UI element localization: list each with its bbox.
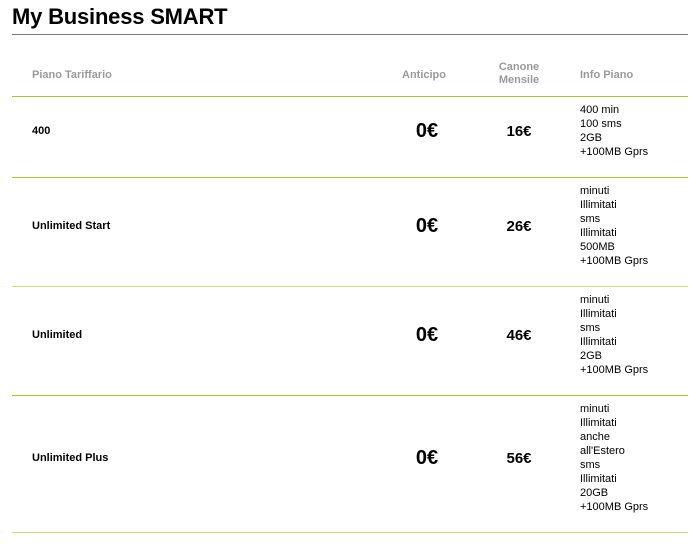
info-line: 20GB [580,487,609,499]
info-line: sms [580,459,601,471]
header-canone-line2: Mensile [498,74,540,86]
header-plan: Piano Tariffario [32,69,112,81]
info-line: 2GB [580,350,603,362]
page-title: My Business SMART [12,4,228,29]
row-divider [12,532,688,533]
info-line: +100MB Gprs [580,146,649,158]
page: My Business SMART Piano Tariffario Antic… [0,0,700,546]
info-line: all'Estero [580,445,625,457]
plan-name: Unlimited Plus [32,452,109,464]
canone-value: 16€ [506,123,532,140]
header-canone: Canone Mensile [496,61,542,87]
info-line: Illimitati [580,199,617,211]
plan-name: Unlimited [32,329,83,341]
info-line: Illimitati [580,336,617,348]
table-header: Piano Tariffario Anticipo Canone Mensile… [12,60,688,96]
info-line: sms [580,322,601,334]
info-line: +100MB Gprs [580,501,649,513]
info-piano: minuti Illimitati anche all'Estero sms I… [580,402,648,514]
info-line: Illimitati [580,227,617,239]
info-line: Illimitati [580,308,617,320]
info-line: 100 sms [580,118,622,130]
canone-value: 46€ [506,327,532,344]
info-line: +100MB Gprs [580,364,649,376]
plan-name: 400 [32,125,51,137]
info-line: 2GB [580,132,603,144]
info-line: Illimitati [580,417,617,429]
info-piano: 400 min 100 sms 2GB +100MB Gprs [580,103,648,159]
info-line: +100MB Gprs [580,255,649,267]
info-piano: minuti Illimitati sms Illimitati 2GB +10… [580,293,648,377]
header-anticipo: Anticipo [402,69,446,81]
anticipo-value: 0€ [415,120,439,142]
info-line: Illimitati [580,473,617,485]
header-canone-line1: Canone [498,61,540,73]
title-divider [12,34,688,35]
table-row: 400 0€ 16€ 400 min 100 sms 2GB +100MB Gp… [12,97,688,177]
info-line: 500MB [580,241,615,253]
anticipo-value: 0€ [415,324,439,346]
canone-value: 56€ [506,450,532,467]
info-piano: minuti Illimitati sms Illimitati 500MB +… [580,184,648,268]
plan-name: Unlimited Start [32,220,111,232]
info-line: anche [580,431,610,443]
info-line: minuti [580,294,610,306]
anticipo-value: 0€ [415,447,439,469]
table-row: Unlimited Start 0€ 26€ minuti Illimitati… [12,178,688,286]
anticipo-value: 0€ [415,215,439,237]
header-info: Info Piano [580,69,634,81]
info-line: 400 min [580,104,620,116]
table-row: Unlimited 0€ 46€ minuti Illimitati sms I… [12,287,688,395]
info-line: minuti [580,403,610,415]
info-line: minuti [580,185,610,197]
info-line: sms [580,213,601,225]
canone-value: 26€ [506,218,532,235]
table-row: Unlimited Plus 0€ 56€ minuti Illimitati … [12,396,688,532]
